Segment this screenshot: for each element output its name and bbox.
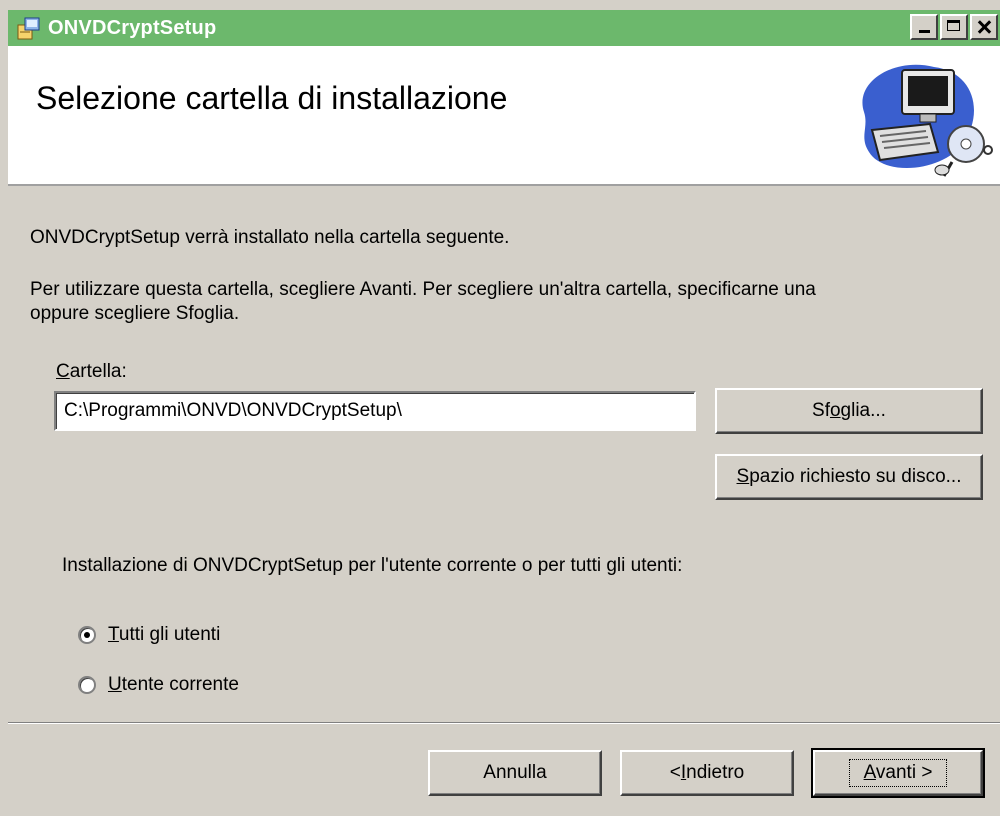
disk-space-button[interactable]: Spazio richiesto su disco... — [715, 454, 983, 500]
radio-all-users[interactable]: Tutti gli utenti — [78, 624, 220, 646]
instructions-line-1: Per utilizzare questa cartella, sceglier… — [30, 279, 816, 300]
cancel-button[interactable]: Annulla — [428, 750, 602, 796]
footer-divider — [8, 722, 1000, 724]
next-button[interactable]: Avanti > — [811, 748, 985, 798]
radio-button[interactable] — [78, 676, 96, 694]
header-banner: Selezione cartella di installazione — [8, 46, 1000, 186]
window-controls — [910, 14, 998, 40]
computer-clipart-icon — [862, 64, 993, 177]
browse-button[interactable]: Sf o glia... — [715, 388, 983, 434]
radio-current-user[interactable]: Utente corrente — [78, 674, 239, 696]
instructions-line-2: oppure scegliere Sfoglia. — [30, 303, 240, 324]
title-bar[interactable]: ONVDCryptSetup — [8, 10, 1000, 46]
folder-label: Cartella: — [56, 361, 127, 382]
window-title: ONVDCryptSetup — [48, 16, 217, 39]
minimize-button[interactable] — [910, 14, 938, 40]
install-for-label: Installazione di ONVDCryptSetup per l'ut… — [62, 555, 683, 576]
intro-text: ONVDCryptSetup verrà installato nella ca… — [30, 227, 510, 248]
installer-app-icon — [17, 17, 40, 40]
focus-rectangle: Avanti > — [848, 759, 948, 787]
page-title: Selezione cartella di installazione — [36, 80, 508, 116]
maximize-button[interactable] — [940, 14, 968, 40]
close-button[interactable] — [970, 14, 998, 40]
folder-path-input[interactable] — [54, 391, 696, 431]
radio-button[interactable] — [78, 626, 96, 644]
installer-window: ONVDCryptSetup Selezione cartella di ins… — [0, 0, 1000, 816]
radio-current-user-label: Utente corrente — [108, 674, 239, 695]
back-button[interactable]: < Indietro — [620, 750, 794, 796]
radio-all-users-label: Tutti gli utenti — [108, 624, 221, 645]
